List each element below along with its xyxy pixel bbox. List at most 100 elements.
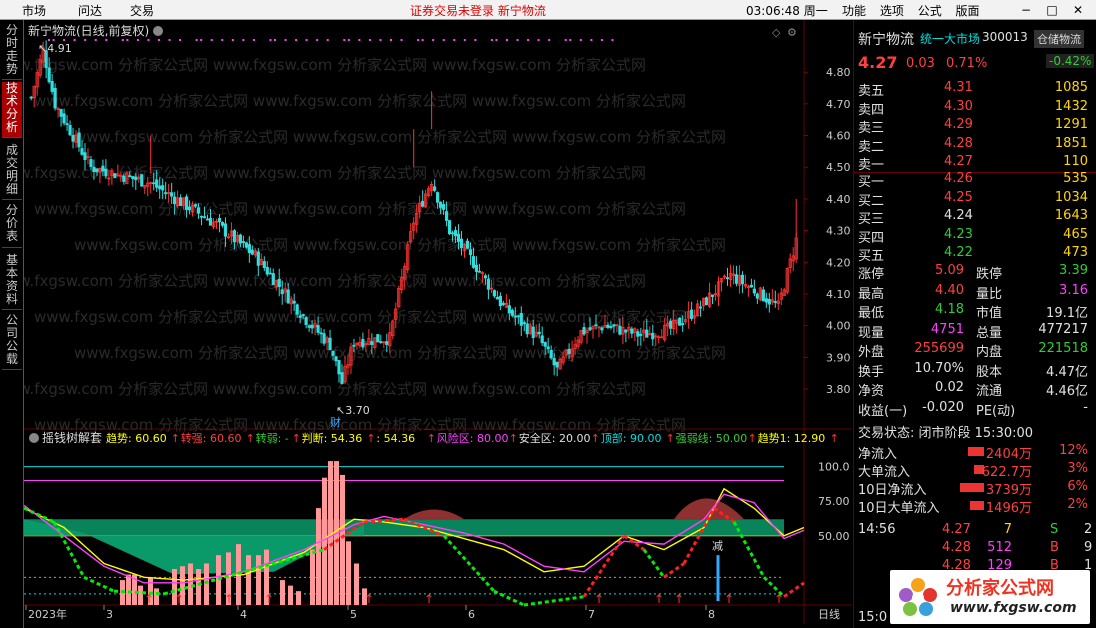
ask-level-label: 卖三 xyxy=(858,121,885,136)
tick-price: 4.27 xyxy=(942,522,971,537)
stat-value: 3.39 xyxy=(1059,263,1088,278)
menu-formula[interactable]: 公式 xyxy=(918,4,942,18)
signal-dot xyxy=(105,39,108,41)
signal-dot xyxy=(121,39,124,41)
candle-body xyxy=(250,249,254,255)
candle-body xyxy=(379,341,383,343)
buy-arrow-icon: ↑ xyxy=(224,592,234,606)
bid-volume: 465 xyxy=(1063,226,1088,242)
chart-area[interactable]: www.fxgsw.com 分析家公式网 www.fxgsw.com 分析家公式… xyxy=(24,20,852,624)
tick-price: 4.28 xyxy=(942,540,971,555)
low-tag: 财 xyxy=(330,415,341,429)
menu-wenda[interactable]: 问达 xyxy=(78,2,102,19)
sector-tag[interactable]: 仓储物流 xyxy=(1034,30,1084,48)
candle-body xyxy=(549,349,553,359)
signal-dot xyxy=(252,39,255,41)
candle-body xyxy=(170,192,174,197)
candle-body xyxy=(543,342,547,347)
bid-volume: 1034 xyxy=(1054,189,1088,205)
bid-price: 4.23 xyxy=(944,226,973,242)
flow-pct: 2% xyxy=(1067,497,1088,512)
candle-body xyxy=(223,223,228,237)
indicator-legend-item: 转强: 60.60 xyxy=(181,431,242,445)
ask-price: 4.29 xyxy=(944,117,973,132)
flow-label: 净流入 xyxy=(858,447,898,462)
candle-body xyxy=(298,315,302,318)
stat-value: 4751 xyxy=(930,321,964,337)
indicator-title: 摇钱树解套 xyxy=(42,430,102,445)
candle-body xyxy=(767,298,771,305)
watermark-text: www.fxgsw.com 分析家公式网 www.fxgsw.com 分析家公式… xyxy=(24,164,646,182)
y-tick-label: 4.10 xyxy=(826,288,851,301)
ask-price: 4.28 xyxy=(944,135,973,151)
minimize-button[interactable]: − xyxy=(1018,2,1034,18)
watermark-text: www.fxgsw.com 分析家公式网 www.fxgsw.com 分析家公式… xyxy=(74,236,726,254)
signal-dot xyxy=(316,39,319,41)
up-arrow-icon: ↑ xyxy=(427,432,436,445)
kline-chart[interactable]: www.fxgsw.com 分析家公式网 www.fxgsw.com 分析家公式… xyxy=(24,20,852,624)
candle-body xyxy=(609,326,613,328)
logo-url: www.fxgsw.com xyxy=(950,600,1077,616)
candle-body xyxy=(456,233,461,242)
candle-body xyxy=(277,279,281,288)
signal-dot xyxy=(147,39,150,41)
stat-label: PE(动) xyxy=(976,403,1016,419)
candle-body xyxy=(552,358,556,366)
indicator-legend-item: 判断: 54.36 xyxy=(302,431,363,445)
candle-body xyxy=(495,296,499,300)
maximize-button[interactable]: □ xyxy=(1044,2,1060,18)
candle-body xyxy=(53,87,57,109)
candle-body xyxy=(669,320,673,329)
volume-bar xyxy=(256,555,261,605)
volume-bar xyxy=(126,574,131,605)
indicator-legend-item: 安全区: 20.00 xyxy=(519,431,591,445)
menu-options[interactable]: 选项 xyxy=(880,4,904,18)
candle-body xyxy=(65,123,69,126)
stat-value: 221518 xyxy=(1038,341,1088,356)
strength-band xyxy=(24,519,784,536)
bid-price: 4.26 xyxy=(944,171,973,186)
candle-body xyxy=(698,306,703,309)
signal-dot xyxy=(390,39,392,41)
close-button[interactable]: ✕ xyxy=(1070,2,1086,18)
trade-status: 交易状态: 闭市阶段 15:30:00 xyxy=(858,426,1034,441)
tab-trades[interactable]: 成交明细 xyxy=(2,144,22,200)
tick-tail: 15:0 xyxy=(858,610,888,625)
buy-arrow-icon: ↑ xyxy=(264,592,274,606)
up-arrow-icon: ↑ xyxy=(292,432,301,445)
tab-basic-info[interactable]: 基本资料 xyxy=(2,254,22,310)
candle-body xyxy=(295,304,299,315)
stat-label: 跌停 xyxy=(976,267,1003,282)
volume-bar xyxy=(154,588,159,605)
quote-panel: 新宁物流 统一大市场 300013 仓储物流 -0.42% 4.27 0.03 … xyxy=(853,20,1096,628)
candle-body xyxy=(376,334,380,343)
flow-bar xyxy=(970,501,984,510)
buy-arrow-icon: ↑ xyxy=(674,592,684,606)
tab-company-notices[interactable]: 公司公载 xyxy=(2,314,22,370)
tab-intraday[interactable]: 分时走势 xyxy=(2,24,22,80)
volume-bar xyxy=(280,580,285,605)
bid-volume: 535 xyxy=(1063,171,1088,186)
candle-body xyxy=(436,192,440,203)
chart-title: 新宁物流(日线,前复权) xyxy=(28,23,149,38)
candle-body xyxy=(131,176,135,179)
menu-market[interactable]: 市场 xyxy=(22,2,46,19)
menu-trade[interactable]: 交易 xyxy=(130,2,154,19)
x-tick-label: 7 xyxy=(588,608,595,621)
candle-body xyxy=(262,261,266,268)
candle-body xyxy=(208,217,213,226)
buy-arrow-icon: ↑ xyxy=(654,592,664,606)
stat-value: 0.02 xyxy=(935,380,964,395)
menu-layout[interactable]: 版面 xyxy=(956,4,980,18)
tab-price-table[interactable]: 分价表 xyxy=(2,204,22,248)
candle-body xyxy=(173,196,177,205)
indicator-legend-item: 顶部: 90.00 xyxy=(601,431,662,445)
volume-bar xyxy=(196,569,201,605)
menu-function[interactable]: 功能 xyxy=(842,4,866,18)
indicator-legend-item: 风险区: 80.00 xyxy=(437,431,509,445)
tab-technical[interactable]: 技术分析 xyxy=(2,82,22,138)
board-name[interactable]: 统一大市场 xyxy=(920,30,980,47)
stat-label: 流通 xyxy=(976,384,1003,399)
candle-body xyxy=(101,165,105,172)
candle-body xyxy=(567,348,571,355)
